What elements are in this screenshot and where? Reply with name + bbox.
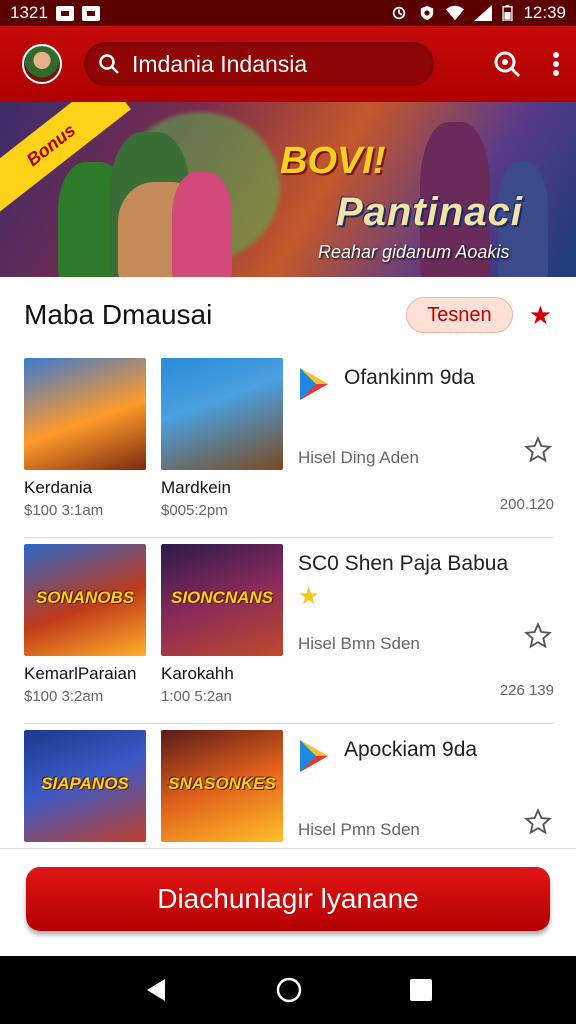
section-header: Maba Dmausai Tesnen ★ bbox=[0, 278, 576, 352]
star-outline-icon[interactable] bbox=[524, 622, 552, 650]
thumbnail-title: SIAPANOS bbox=[41, 774, 129, 793]
banner-logo: Pantinaci bbox=[336, 190, 523, 234]
play-store-icon bbox=[300, 740, 328, 772]
star-outline-icon[interactable] bbox=[524, 436, 552, 464]
status-time-right: 12:39 bbox=[523, 3, 566, 22]
section-title: Maba Dmausai bbox=[24, 299, 213, 330]
game-thumbnail[interactable]: SIAPANOS bbox=[24, 730, 146, 842]
download-count: 226 139 bbox=[499, 682, 554, 699]
star-outline-icon[interactable] bbox=[524, 808, 552, 836]
image-notification-icon bbox=[81, 5, 100, 21]
thumbnail-title: SNASONKES bbox=[168, 774, 276, 793]
list-item[interactable]: Kerdania $100 3:1am Mardkein $005:2pm Of… bbox=[24, 352, 554, 538]
download-count: 200.120 bbox=[499, 496, 554, 513]
star-icon[interactable]: ★ bbox=[529, 300, 552, 331]
status-bar: 1321 12:39 bbox=[0, 0, 576, 26]
shield-icon bbox=[421, 5, 434, 21]
thumbnail-label: Kerdania bbox=[24, 478, 93, 497]
thumbnail-sub: 1:00 5:2an bbox=[161, 688, 232, 705]
app-bar: Imdania Indansia bbox=[0, 26, 576, 102]
gallery-notification-icon bbox=[55, 5, 74, 21]
game-thumbnail[interactable]: SONANOBS bbox=[24, 544, 146, 656]
list-item[interactable]: SONANOBS KemarlParaian $100 3:2am SIONCN… bbox=[24, 538, 554, 724]
recents-icon[interactable] bbox=[409, 978, 433, 1002]
search-bar[interactable]: Imdania Indansia bbox=[84, 42, 434, 86]
back-icon[interactable] bbox=[143, 977, 169, 1003]
status-left: 1321 bbox=[10, 3, 100, 23]
home-icon[interactable] bbox=[275, 976, 303, 1004]
game-thumbnail[interactable]: SNASONKES bbox=[161, 730, 283, 842]
search-icon bbox=[99, 54, 119, 74]
app-subtitle: Hisel Bmn Sden bbox=[298, 634, 420, 653]
more-options-icon[interactable] bbox=[552, 51, 560, 77]
search-zoom-icon[interactable] bbox=[492, 49, 522, 79]
thumbnail-label: Karokahh bbox=[161, 664, 234, 683]
hero-figure bbox=[172, 172, 232, 277]
section-filter-pill[interactable]: Tesnen bbox=[406, 297, 513, 333]
thumbnail-sub: $005:2pm bbox=[161, 502, 228, 519]
thumbnail-label: KemarlParaian bbox=[24, 664, 137, 683]
wifi-icon bbox=[446, 5, 465, 21]
app-name[interactable]: SC0 Shen Paja Babua bbox=[298, 552, 508, 576]
sync-icon bbox=[393, 6, 406, 20]
search-input[interactable]: Imdania Indansia bbox=[132, 51, 307, 78]
game-thumbnail[interactable] bbox=[24, 358, 146, 470]
thumbnail-title: SONANOBS bbox=[35, 588, 135, 607]
play-store-icon bbox=[300, 368, 328, 400]
system-nav-bar bbox=[0, 956, 576, 1024]
game-thumbnail[interactable]: SIONCNANS bbox=[161, 544, 283, 656]
banner-tagline: Reahar gidanum Aoakis bbox=[318, 242, 510, 262]
cta-area: Diachunlagir lyanane bbox=[0, 848, 576, 956]
star-icon: ★ bbox=[298, 583, 320, 610]
app-subtitle: Hisel Ding Aden bbox=[298, 448, 419, 467]
avatar[interactable] bbox=[22, 44, 62, 84]
thumbnail-sub: $100 3:2am bbox=[24, 688, 104, 705]
app-name[interactable]: Ofankinm 9da bbox=[344, 366, 475, 390]
game-thumbnail[interactable] bbox=[161, 358, 283, 470]
signal-icon bbox=[474, 5, 493, 21]
app-actions bbox=[492, 49, 560, 79]
promo-banner[interactable]: Bonus BOVI! Pantinaci Reahar gidanum Aoa… bbox=[0, 102, 576, 277]
primary-cta-button[interactable]: Diachunlagir lyanane bbox=[26, 867, 550, 931]
app-name[interactable]: Apockiam 9da bbox=[344, 738, 477, 762]
thumbnail-title: SIONCNANS bbox=[170, 588, 273, 607]
status-time-left: 1321 bbox=[10, 3, 48, 22]
app-subtitle: Hisel Pmn Sden bbox=[298, 820, 420, 839]
game-list: Kerdania $100 3:1am Mardkein $005:2pm Of… bbox=[0, 352, 576, 910]
thumbnail-sub: $100 3:1am bbox=[24, 502, 104, 519]
thumbnail-label: Mardkein bbox=[161, 478, 231, 497]
battery-icon bbox=[502, 5, 514, 21]
banner-headline: BOVI! bbox=[280, 140, 386, 182]
status-right: 12:39 bbox=[390, 3, 566, 23]
